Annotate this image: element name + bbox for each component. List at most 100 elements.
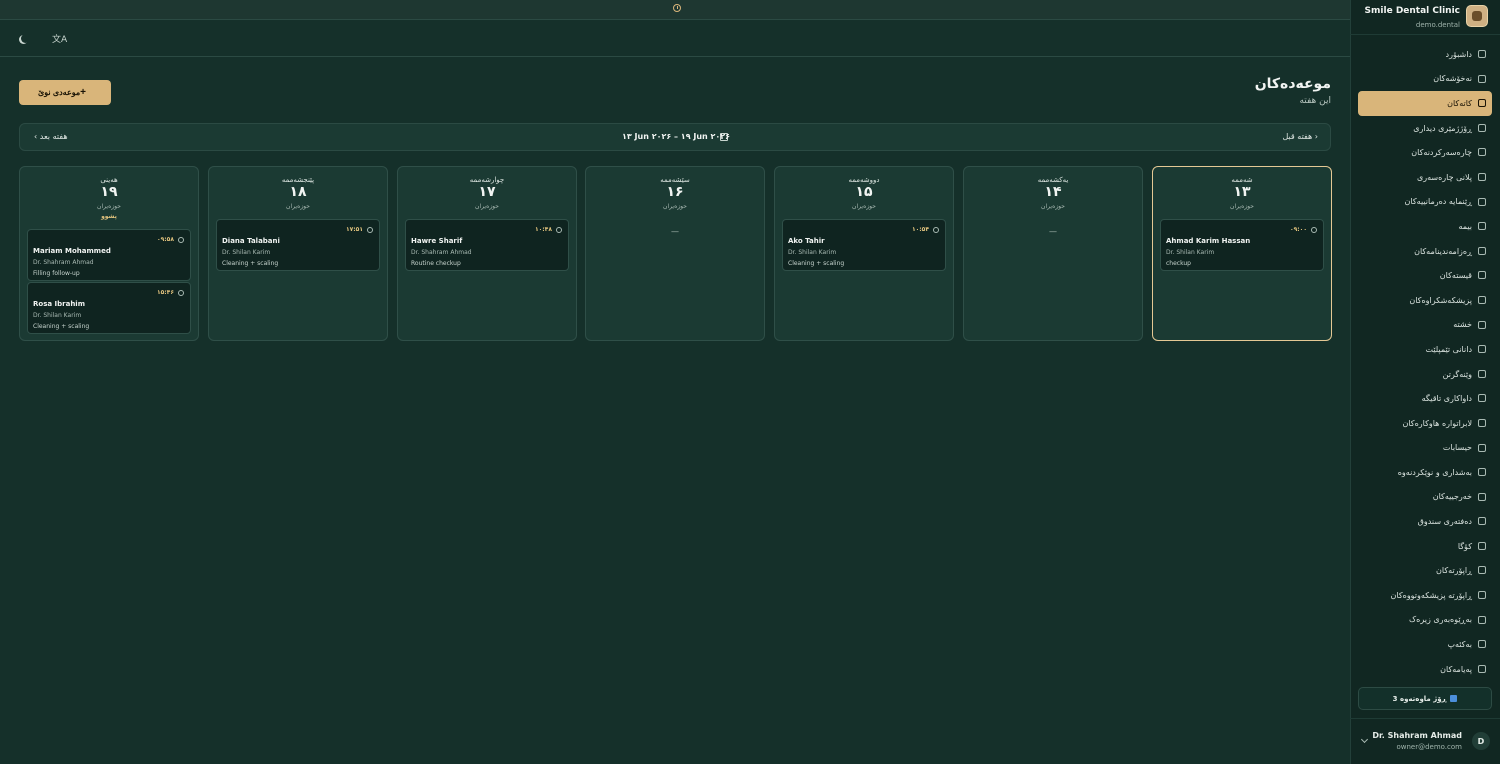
- sidebar-item[interactable]: پزیشکەشکراوەکان: [1358, 288, 1492, 313]
- sidebar-item-label: بیمە: [1458, 221, 1472, 231]
- sidebar-nav: داشبۆرد نەخۆشەکان کاتەکان ڕۆژژمێری دیداری چا…: [1358, 42, 1492, 681]
- sidebar-item[interactable]: ڕەزامەندینامەکان: [1358, 239, 1492, 264]
- database-icon: [1478, 640, 1486, 649]
- theme-toggle-moon-icon[interactable]: [21, 34, 30, 43]
- day-number: ۱۶: [666, 184, 684, 200]
- appointment-card[interactable]: ۱۰:۵۴ Ako Tahir Dr. Shilan Karim Cleanin…: [782, 219, 946, 271]
- sidebar-item[interactable]: داواکاری تاقیگە: [1358, 386, 1492, 411]
- appointment-patient: Mariam Mohammed: [33, 247, 111, 255]
- sidebar-item[interactable]: نەخۆشەکان: [1358, 67, 1492, 92]
- alert-icon: [673, 4, 681, 12]
- day-month: حوزەیران: [286, 203, 310, 210]
- appointment-patient: Ahmad Karim Hassan: [1166, 237, 1251, 245]
- message-icon: [1478, 664, 1486, 673]
- day-column[interactable]: چوارشەممە ۱۷ حوزەیران ۱۰:۴۸ Hawre Sharif…: [397, 166, 577, 341]
- sidebar-item[interactable]: حیسابات: [1358, 436, 1492, 461]
- invoice-icon: [1478, 271, 1486, 280]
- day-month: حوزەیران: [97, 203, 121, 210]
- day-column[interactable]: پێنجشەممە ۱۸ حوزەیران ۱۷:۵۱ Diana Talaba…: [208, 166, 388, 341]
- sidebar-item-label: بەشداری و نوێکردنەوە: [1397, 467, 1472, 477]
- sidebar-item[interactable]: پلانی چارەسەری: [1358, 165, 1492, 190]
- building-icon: [1478, 418, 1486, 427]
- plus-icon: +: [80, 87, 86, 98]
- next-week-button[interactable]: ‹ هفته بعد: [34, 132, 68, 141]
- user-menu[interactable]: D Dr. Shahram Ahmad owner@demo.com: [1360, 728, 1490, 756]
- sidebar-item[interactable]: خەرجییەکان: [1358, 485, 1492, 510]
- sidebar-item[interactable]: خشتە: [1358, 313, 1492, 338]
- user-name: Dr. Shahram Ahmad: [1372, 731, 1462, 740]
- avatar: D: [1472, 732, 1490, 750]
- appointment-service: Cleaning + scaling: [33, 323, 90, 330]
- appointment-doctor: Dr. Shilan Karim: [788, 249, 837, 256]
- sidebar-item[interactable]: کاتەکان: [1358, 91, 1492, 116]
- sidebar-item[interactable]: لابراتوارە هاوکارەکان: [1358, 411, 1492, 436]
- day-name: چوارشەممە: [469, 176, 505, 184]
- appointment-card[interactable]: ۰۹:۰۰ Ahmad Karim Hassan Dr. Shilan Kari…: [1160, 219, 1324, 271]
- sidebar-item-label: ڕێنمایە دەرمانییەکان: [1404, 197, 1472, 207]
- clinic-domain: demo.dental: [1415, 21, 1460, 29]
- sidebar-item[interactable]: بەشداری و نوێکردنەوە: [1358, 460, 1492, 485]
- trial-remaining-text: 3 ڕۆژ ماوەتەوە: [1392, 694, 1447, 703]
- sidebar-item[interactable]: وێنەگرتن: [1358, 362, 1492, 387]
- appointment-patient: Hawre Sharif: [411, 237, 463, 245]
- new-appointment-label: موعەدی نوێ: [38, 88, 81, 97]
- day-number: ۱۵: [855, 184, 873, 200]
- sidebar-item[interactable]: کۆگا: [1358, 534, 1492, 559]
- sidebar-item-label: بەکئەپ: [1447, 640, 1472, 650]
- sidebar-item[interactable]: چارەسەرکردنەکان: [1358, 140, 1492, 165]
- sidebar-item-label: قیستەکان: [1439, 271, 1472, 281]
- sidebar-item[interactable]: پەیامەکان: [1358, 657, 1492, 682]
- clinic-brand[interactable]: Smile Dental Clinic demo.dental: [1358, 4, 1488, 32]
- sidebar-item[interactable]: بەڕێوەبەری زیرەک: [1358, 608, 1492, 633]
- sidebar-item[interactable]: ڕاپۆرتە پزیشکەوتووەکان: [1358, 583, 1492, 608]
- sidebar-item-label: وێنەگرتن: [1442, 369, 1472, 379]
- day-column[interactable]: سێشەممە ۱۶ حوزەیران —: [585, 166, 765, 341]
- day-number: ۱۴: [1044, 184, 1062, 200]
- sidebar-item[interactable]: دانانی تێمپلێت: [1358, 337, 1492, 362]
- appointment-service: Cleaning + scaling: [222, 260, 279, 267]
- sidebar-item[interactable]: بەکئەپ: [1358, 632, 1492, 657]
- sidebar-item[interactable]: ڕێنمایە دەرمانییەکان: [1358, 190, 1492, 215]
- day-name: سێشەممە: [660, 176, 690, 184]
- day-column[interactable]: هەینی ۱۹ حوزەیران پشوو ۰۹:۵۸ Mariam Moha…: [19, 166, 199, 341]
- sidebar-item-label: پەیامەکان: [1440, 664, 1472, 674]
- day-number: ۱۸: [289, 184, 307, 200]
- appointment-doctor: Dr. Shahram Ahmad: [33, 259, 94, 266]
- day-column[interactable]: یەکشەممە ۱۴ حوزەیران —: [963, 166, 1143, 341]
- table-icon: [1478, 320, 1486, 329]
- clock-icon: [178, 237, 184, 243]
- chevron-right-icon: ›: [1314, 132, 1318, 141]
- sidebar-item[interactable]: دەفتەری سندوق: [1358, 509, 1492, 534]
- appointment-card[interactable]: ۱۵:۴۶ Rosa Ibrahim Dr. Shilan Karim Clea…: [27, 282, 191, 334]
- appointment-card[interactable]: ۰۹:۵۸ Mariam Mohammed Dr. Shahram Ahmad …: [27, 229, 191, 281]
- language-translate-icon[interactable]: 文A: [52, 32, 67, 45]
- pill-icon: [1478, 197, 1486, 206]
- sidebar-item[interactable]: ڕۆژژمێری دیداری: [1358, 116, 1492, 141]
- clock-icon: [556, 227, 562, 233]
- sidebar-item[interactable]: قیستەکان: [1358, 263, 1492, 288]
- sidebar-item-label: ڕاپۆرتە پزیشکەوتووەکان: [1390, 590, 1473, 600]
- day-column[interactable]: شەممە ۱۳ حوزەیران ۰۹:۰۰ Ahmad Karim Hass…: [1152, 166, 1332, 341]
- sidebar-item[interactable]: بیمە: [1358, 214, 1492, 239]
- appointment-card[interactable]: ۱۰:۴۸ Hawre Sharif Dr. Shahram Ahmad Rou…: [405, 219, 569, 271]
- empty-day-indicator: —: [671, 227, 679, 236]
- new-appointment-button[interactable]: موعەدی نوێ +: [19, 80, 111, 105]
- sidebar-item-label: خەرجییەکان: [1432, 492, 1472, 502]
- chevron-down-icon[interactable]: [1360, 735, 1369, 744]
- shield-icon: [1478, 222, 1486, 231]
- appointment-doctor: Dr. Shilan Karim: [222, 249, 271, 256]
- divider: [1350, 718, 1500, 719]
- previous-week-button[interactable]: هفته قبل ›: [1282, 132, 1318, 141]
- day-name: یەکشەممە: [1037, 176, 1069, 184]
- trial-remaining-badge[interactable]: 3 ڕۆژ ماوەتەوە: [1358, 687, 1492, 710]
- sidebar-item[interactable]: ڕاپۆرتەکان: [1358, 558, 1492, 583]
- brain-icon: [1478, 615, 1486, 624]
- empty-day-indicator: —: [1049, 227, 1057, 236]
- sidebar-item-label: بەڕێوەبەری زیرەک: [1409, 615, 1472, 625]
- day-month: حوزەیران: [663, 203, 687, 210]
- appointment-patient: Diana Talabani: [222, 237, 280, 245]
- appointment-patient: Ako Tahir: [788, 237, 825, 245]
- day-column[interactable]: دووشەممە ۱۵ حوزەیران ۱۰:۵۴ Ako Tahir Dr.…: [774, 166, 954, 341]
- sidebar-item[interactable]: داشبۆرد: [1358, 42, 1492, 67]
- appointment-card[interactable]: ۱۷:۵۱ Diana Talabani Dr. Shilan Karim Cl…: [216, 219, 380, 271]
